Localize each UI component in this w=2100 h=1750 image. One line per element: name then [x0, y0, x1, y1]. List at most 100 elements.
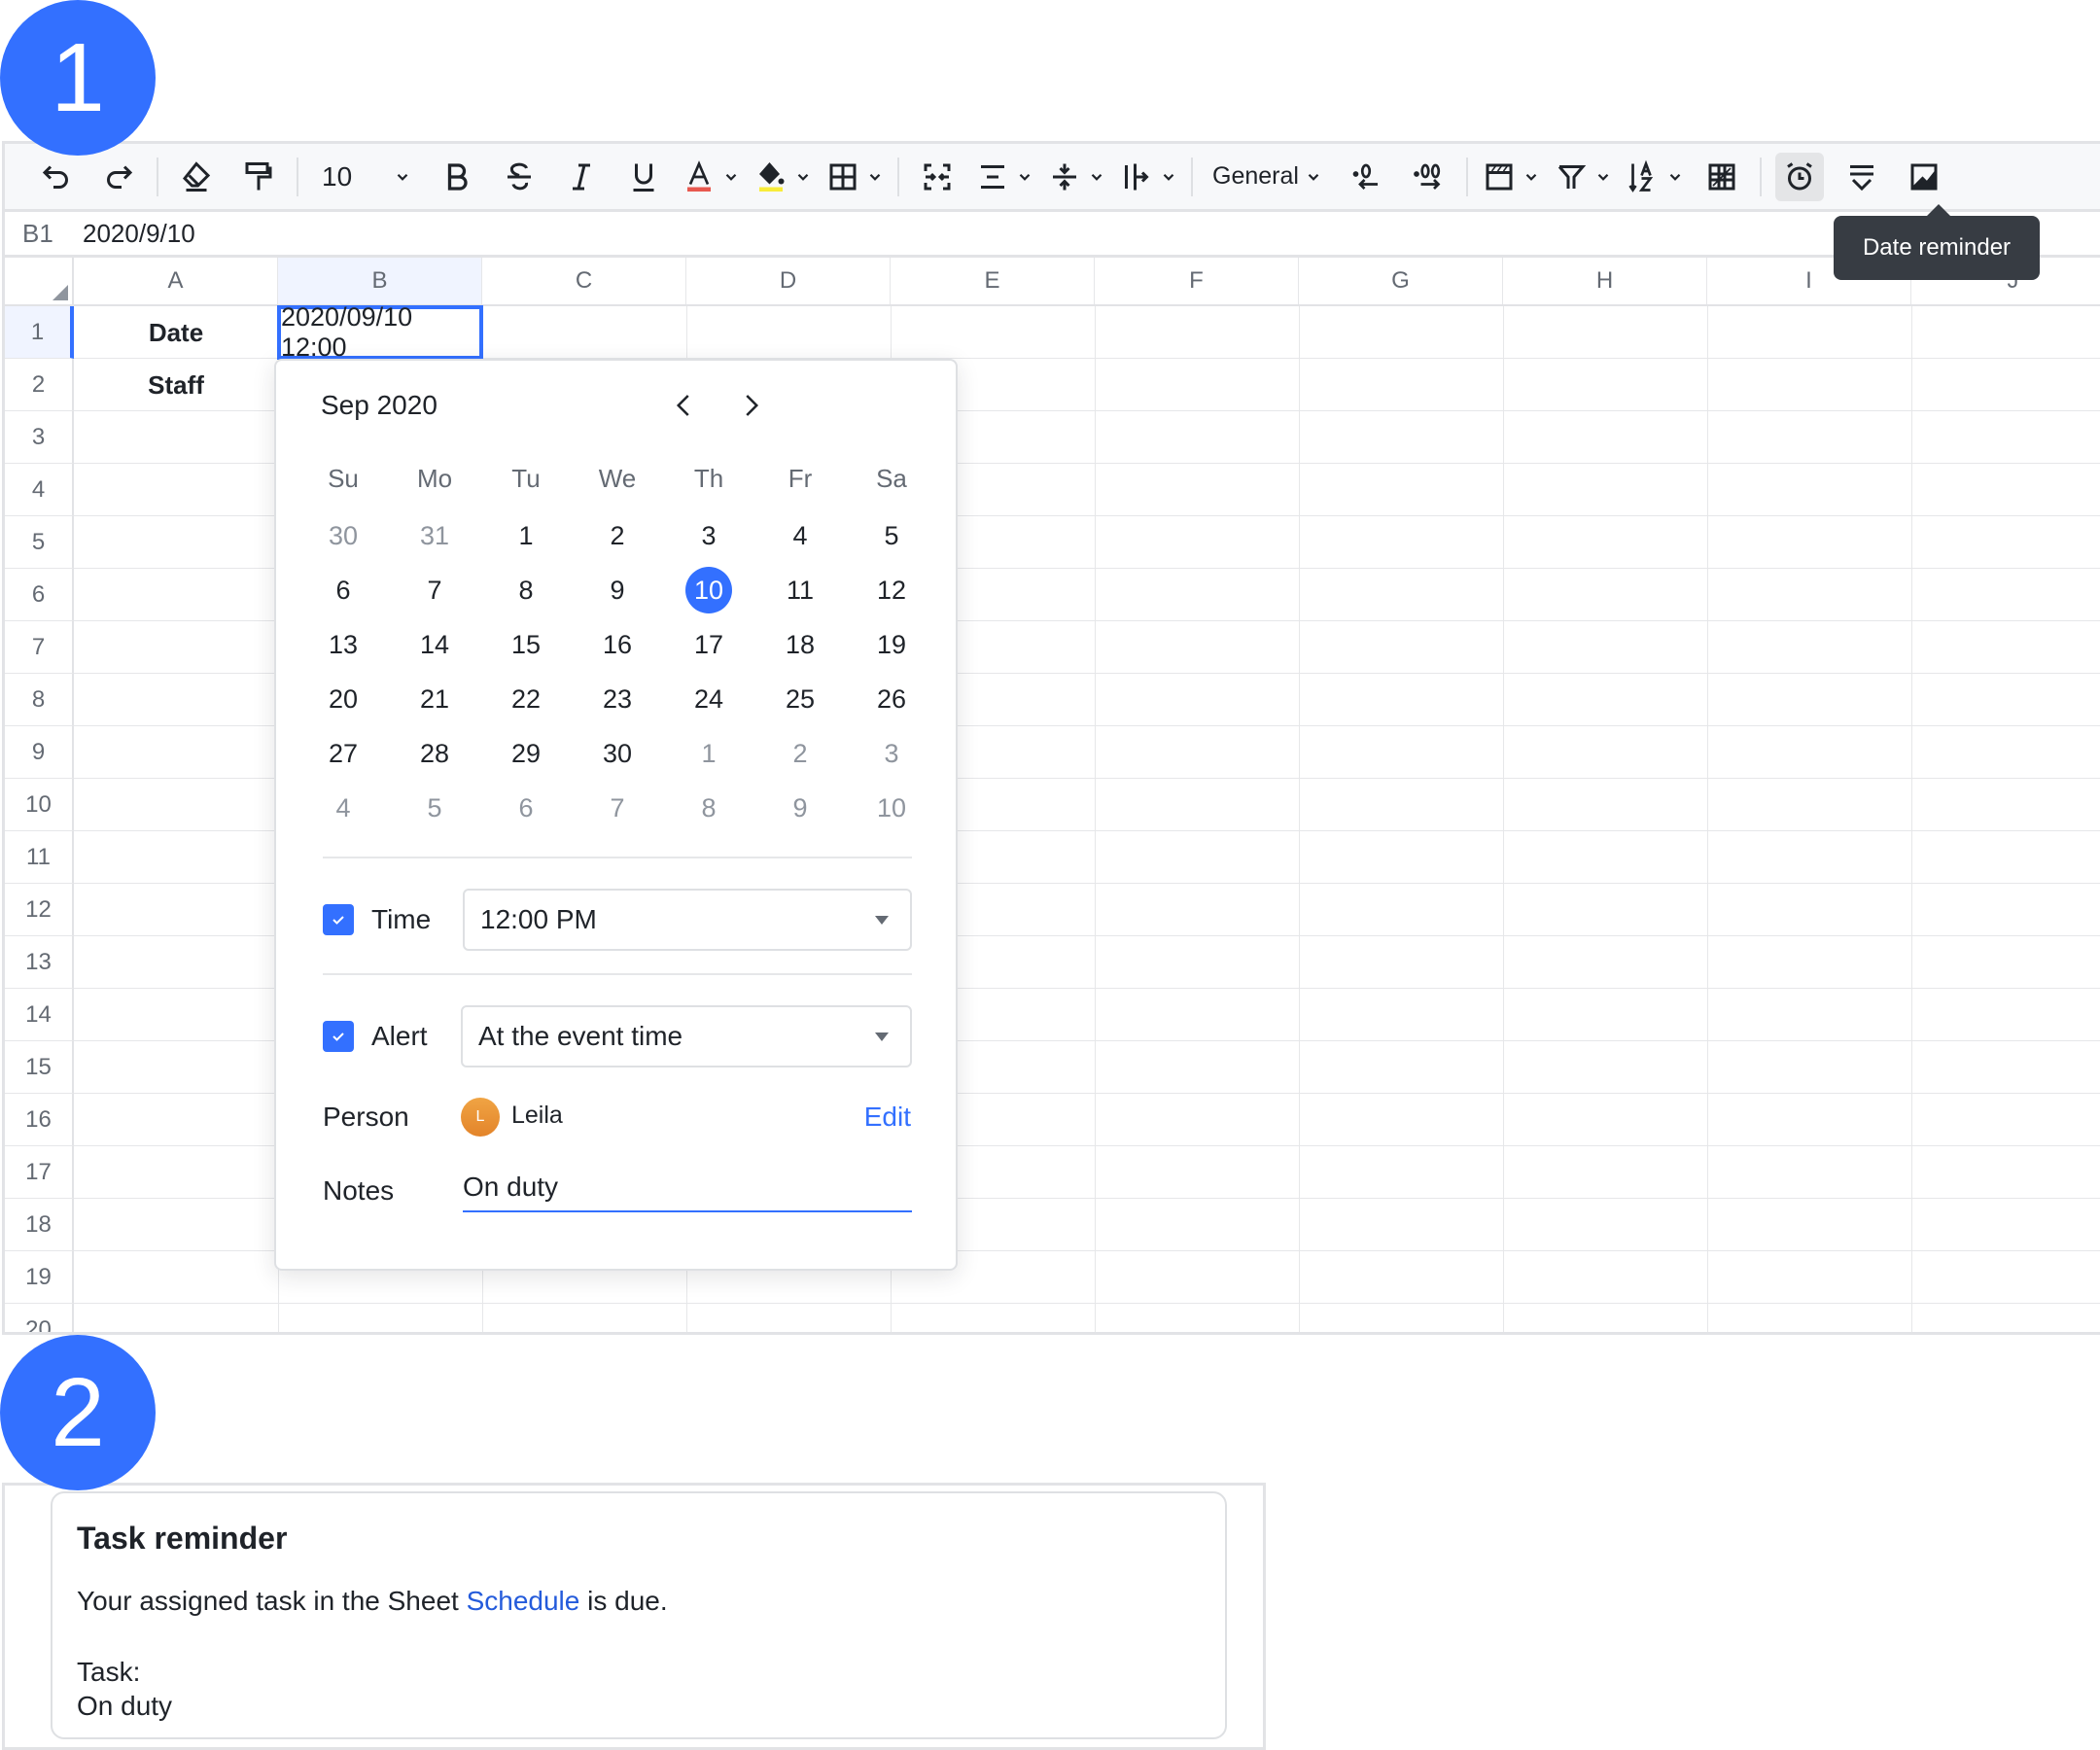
row-header-11[interactable]: 11: [5, 831, 74, 884]
calendar-day[interactable]: 8: [663, 793, 754, 823]
undo-button[interactable]: [32, 153, 81, 201]
calendar-day[interactable]: 21: [389, 684, 480, 715]
alert-select[interactable]: At the event time: [461, 1005, 912, 1068]
calendar-day[interactable]: 19: [846, 630, 937, 660]
calendar-day[interactable]: 25: [754, 684, 846, 715]
calendar-day[interactable]: 7: [389, 576, 480, 606]
increase-decimal-button[interactable]: [1404, 153, 1452, 201]
row-header-10[interactable]: 10: [5, 779, 74, 831]
notes-input[interactable]: On duty: [463, 1164, 912, 1212]
calendar-day[interactable]: 1: [480, 521, 572, 551]
number-format-select[interactable]: General: [1207, 153, 1328, 201]
calendar-day[interactable]: 4: [298, 793, 389, 823]
calendar-day[interactable]: 4: [754, 521, 846, 551]
row-header-4[interactable]: 4: [5, 464, 74, 516]
row-header-1[interactable]: 1: [5, 306, 74, 359]
calendar-day[interactable]: 1: [663, 739, 754, 769]
column-header-g[interactable]: G: [1299, 258, 1503, 304]
fill-color-button[interactable]: [753, 153, 812, 201]
column-header-e[interactable]: E: [891, 258, 1095, 304]
calendar-day[interactable]: 27: [298, 739, 389, 769]
alert-checkbox[interactable]: [323, 1021, 354, 1052]
row-header-18[interactable]: 18: [5, 1199, 74, 1251]
bold-button[interactable]: [433, 153, 481, 201]
calendar-day[interactable]: 15: [480, 630, 572, 660]
calendar-day[interactable]: 3: [663, 521, 754, 551]
column-header-c[interactable]: C: [482, 258, 686, 304]
sheet-link[interactable]: Schedule: [467, 1586, 580, 1616]
previous-month-button[interactable]: [661, 382, 708, 429]
cell-b1[interactable]: 2020/09/10 12:00: [277, 302, 483, 362]
calendar-day[interactable]: 24: [663, 684, 754, 715]
horizontal-align-button[interactable]: [975, 153, 1033, 201]
row-header-14[interactable]: 14: [5, 989, 74, 1041]
calendar-day[interactable]: 22: [480, 684, 572, 715]
row-header-9[interactable]: 9: [5, 726, 74, 779]
vertical-align-button[interactable]: [1047, 153, 1105, 201]
clear-format-button[interactable]: [172, 153, 221, 201]
row-header-13[interactable]: 13: [5, 936, 74, 989]
calendar-day[interactable]: 8: [480, 576, 572, 606]
conditional-format-button[interactable]: [1698, 153, 1746, 201]
next-month-button[interactable]: [727, 382, 774, 429]
date-reminder-button[interactable]: [1774, 152, 1824, 201]
column-header-a[interactable]: A: [74, 258, 278, 304]
redo-button[interactable]: [94, 153, 143, 201]
font-size-select[interactable]: 10: [312, 153, 419, 201]
calendar-day[interactable]: 31: [389, 521, 480, 551]
merge-cells-button[interactable]: [913, 153, 962, 201]
calendar-day[interactable]: 6: [298, 576, 389, 606]
calendar-day[interactable]: 23: [572, 684, 663, 715]
dropdown-list-button[interactable]: [1838, 153, 1886, 201]
calendar-day[interactable]: 12: [846, 576, 937, 606]
row-header-2[interactable]: 2: [5, 359, 74, 411]
calendar-day[interactable]: 18: [754, 630, 846, 660]
calendar-day[interactable]: 14: [389, 630, 480, 660]
calendar-day[interactable]: 29: [480, 739, 572, 769]
calendar-day[interactable]: 6: [480, 793, 572, 823]
freeze-button[interactable]: [1482, 153, 1540, 201]
calendar-day[interactable]: 10: [846, 793, 937, 823]
calendar-day[interactable]: 7: [572, 793, 663, 823]
row-header-6[interactable]: 6: [5, 569, 74, 621]
row-header-3[interactable]: 3: [5, 411, 74, 464]
sort-button[interactable]: [1626, 153, 1684, 201]
row-header-19[interactable]: 19: [5, 1251, 74, 1304]
time-checkbox[interactable]: [323, 904, 354, 935]
column-header-h[interactable]: H: [1503, 258, 1707, 304]
calendar-day[interactable]: 13: [298, 630, 389, 660]
edit-person-link[interactable]: Edit: [864, 1102, 911, 1133]
calendar-day[interactable]: 5: [846, 521, 937, 551]
column-header-d[interactable]: D: [686, 258, 891, 304]
cell-reference[interactable]: B1: [5, 219, 83, 249]
format-painter-button[interactable]: [234, 153, 283, 201]
row-header-5[interactable]: 5: [5, 516, 74, 569]
calendar-day[interactable]: 2: [572, 521, 663, 551]
calendar-day[interactable]: 16: [572, 630, 663, 660]
row-header-7[interactable]: 7: [5, 621, 74, 674]
insert-image-button[interactable]: [1900, 153, 1948, 201]
cell-a2[interactable]: Staff: [74, 359, 278, 411]
row-header-15[interactable]: 15: [5, 1041, 74, 1094]
underline-button[interactable]: [619, 153, 668, 201]
row-header-16[interactable]: 16: [5, 1094, 74, 1146]
calendar-day[interactable]: 3: [846, 739, 937, 769]
cell-a1[interactable]: Date: [74, 306, 278, 359]
calendar-day[interactable]: 28: [389, 739, 480, 769]
select-all-corner[interactable]: [5, 258, 74, 304]
calendar-day[interactable]: 30: [572, 739, 663, 769]
row-header-8[interactable]: 8: [5, 674, 74, 726]
row-header-17[interactable]: 17: [5, 1146, 74, 1199]
row-header-20[interactable]: 20: [5, 1304, 74, 1332]
column-header-f[interactable]: F: [1095, 258, 1299, 304]
calendar-day[interactable]: 20: [298, 684, 389, 715]
italic-button[interactable]: [557, 153, 606, 201]
strikethrough-button[interactable]: [495, 153, 543, 201]
calendar-day[interactable]: 30: [298, 521, 389, 551]
time-select[interactable]: 12:00 PM: [463, 889, 912, 951]
calendar-day[interactable]: 2: [754, 739, 846, 769]
row-header-12[interactable]: 12: [5, 884, 74, 936]
calendar-day[interactable]: 11: [754, 576, 846, 606]
borders-button[interactable]: [825, 153, 884, 201]
calendar-day[interactable]: 5: [389, 793, 480, 823]
